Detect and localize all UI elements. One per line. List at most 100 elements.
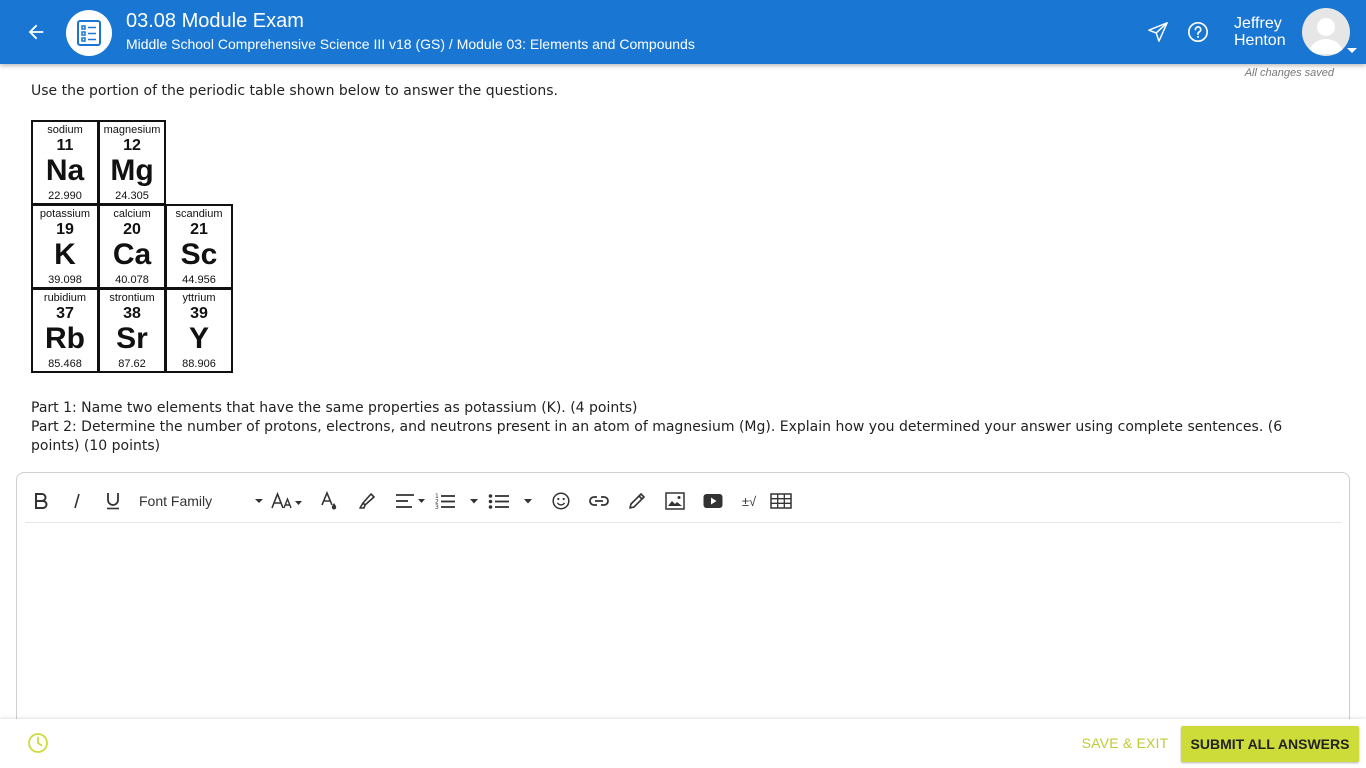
save-and-exit-button[interactable]: SAVE & EXIT — [1076, 729, 1174, 757]
element-mass: 87.62 — [118, 358, 146, 370]
font-size-button[interactable] — [269, 487, 305, 515]
help-icon — [1188, 22, 1208, 42]
user-last-name: Henton — [1234, 32, 1286, 49]
element-number: 19 — [56, 221, 74, 238]
element-name: sodium — [47, 124, 83, 136]
element-cell-potassium: potassium 19 K 39.098 — [31, 204, 99, 289]
emoji-icon — [552, 492, 570, 510]
link-icon — [589, 496, 609, 506]
checklist-icon — [77, 20, 101, 46]
ordered-list-button[interactable]: 1 2 3 — [433, 487, 483, 515]
element-mass: 40.078 — [115, 274, 149, 286]
ordered-list-icon: 1 2 3 — [435, 493, 478, 510]
element-symbol: Rb — [45, 322, 85, 355]
element-mass: 22.990 — [48, 190, 82, 202]
element-mass: 39.098 — [48, 274, 82, 286]
save-status: All changes saved — [1244, 67, 1334, 79]
bullet-list-icon — [488, 494, 532, 509]
math-button[interactable]: ±√ — [737, 487, 761, 515]
element-mass: 85.468 — [48, 358, 82, 370]
submit-all-answers-button[interactable]: SUBMIT ALL ANSWERS — [1181, 726, 1359, 762]
element-name: strontium — [109, 292, 155, 304]
bold-icon — [35, 493, 48, 509]
element-number: 11 — [56, 137, 74, 154]
element-number: 39 — [190, 305, 208, 322]
italic-icon — [74, 493, 80, 509]
app-header: 03.08 Module Exam Middle School Comprehe… — [0, 0, 1366, 64]
element-name: yttrium — [182, 292, 216, 304]
italic-button[interactable] — [65, 487, 89, 515]
element-number: 21 — [190, 221, 208, 238]
element-name: potassium — [39, 208, 91, 220]
element-symbol: Sr — [116, 322, 148, 355]
avatar-icon — [1308, 18, 1344, 54]
element-mass: 44.956 — [182, 274, 216, 286]
exam-logo — [66, 10, 112, 56]
send-icon — [1148, 22, 1168, 42]
image-icon — [665, 492, 685, 510]
element-symbol: Ca — [112, 238, 152, 271]
element-name: rubidium — [43, 292, 87, 304]
font-family-label: Font Family — [139, 493, 213, 509]
element-symbol: Na — [45, 154, 85, 187]
link-button[interactable] — [587, 487, 611, 515]
video-button[interactable] — [701, 487, 725, 515]
footer-bar: SAVE & EXIT SUBMIT ALL ANSWERS — [0, 719, 1366, 768]
element-symbol: Y — [188, 322, 209, 355]
user-first-name: Jeffrey — [1234, 15, 1282, 32]
back-button[interactable] — [22, 18, 50, 46]
bold-button[interactable] — [29, 487, 53, 515]
question-part-1: Part 1: Name two elements that have the … — [31, 400, 638, 416]
element-symbol: Mg — [110, 154, 154, 187]
timer-button[interactable] — [27, 732, 49, 754]
element-number: 37 — [56, 305, 74, 322]
user-avatar[interactable] — [1302, 8, 1350, 56]
question-instructions: Use the portion of the periodic table sh… — [31, 83, 558, 99]
element-mass: 24.305 — [115, 190, 149, 202]
underline-icon — [107, 493, 119, 510]
element-number: 20 — [123, 221, 141, 238]
image-button[interactable] — [663, 487, 687, 515]
element-cell-magnesium: magnesium 12 Mg 24.305 — [98, 120, 166, 205]
draw-button[interactable] — [625, 487, 649, 515]
text-color-icon — [321, 491, 337, 510]
highlight-icon — [359, 493, 375, 509]
periodic-table: sodium 11 Na 22.990 magnesium 12 Mg 24.305 potas… — [31, 120, 234, 376]
element-cell-rubidium: rubidium 37 Rb 85.468 — [31, 288, 99, 373]
arrow-back-icon — [28, 24, 44, 40]
draw-icon — [629, 493, 645, 509]
user-menu-caret-icon[interactable] — [1347, 48, 1357, 53]
question-part-2: Part 2: Determine the number of protons,… — [31, 419, 1283, 454]
element-name: magnesium — [103, 124, 161, 136]
element-cell-yttrium: yttrium 39 Y 88.906 — [165, 288, 233, 373]
element-cell-scandium: scandium 21 Sc 44.956 — [165, 204, 233, 289]
element-name: calcium — [113, 208, 151, 220]
math-icon: ±√ — [741, 493, 757, 509]
element-cell-sodium: sodium 11 Na 22.990 — [31, 120, 99, 205]
underline-button[interactable] — [101, 487, 125, 515]
align-button[interactable] — [391, 487, 431, 515]
table-icon — [770, 493, 792, 509]
breadcrumb: Middle School Comprehensive Science III … — [126, 36, 695, 52]
user-name[interactable]: Jeffrey Henton — [1234, 15, 1286, 49]
element-symbol: K — [54, 238, 76, 271]
help-button[interactable] — [1186, 20, 1210, 44]
text-color-button[interactable] — [315, 487, 343, 515]
clock-icon — [28, 733, 48, 753]
font-family-select[interactable]: Font Family — [137, 487, 267, 515]
emoji-button[interactable] — [549, 487, 573, 515]
align-icon — [396, 494, 425, 508]
element-number: 12 — [123, 137, 141, 154]
element-number: 38 — [123, 305, 141, 322]
element-name: scandium — [175, 208, 223, 220]
video-icon — [703, 494, 723, 508]
editor-toolbar: Font Family 1 2 3 ±√ — [25, 481, 1341, 523]
element-cell-calcium: calcium 20 Ca 40.078 — [98, 204, 166, 289]
highlight-button[interactable] — [353, 487, 381, 515]
element-symbol: Sc — [180, 238, 218, 271]
send-button[interactable] — [1146, 20, 1170, 44]
table-button[interactable] — [769, 487, 793, 515]
page-title: 03.08 Module Exam — [126, 10, 304, 32]
bullet-list-button[interactable] — [487, 487, 537, 515]
font-size-icon — [271, 492, 302, 509]
